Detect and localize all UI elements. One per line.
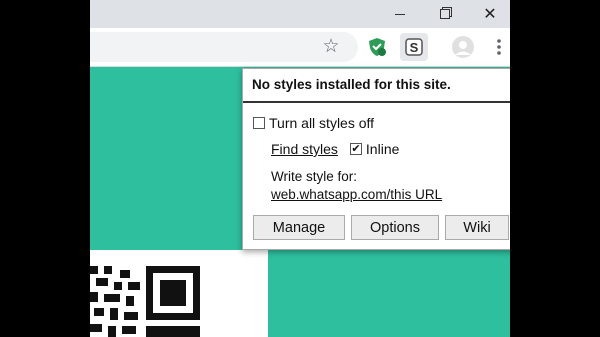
maximize-button[interactable]: [425, 0, 465, 28]
browser-menu-button[interactable]: [486, 34, 510, 60]
avatar-icon: [452, 36, 474, 58]
stylus-icon: S: [405, 38, 423, 56]
find-styles-link[interactable]: Find styles: [271, 141, 338, 157]
star-icon: ☆: [322, 35, 340, 57]
inline-checkbox[interactable]: ✔: [349, 142, 362, 155]
browser-window: ✕ ☆ S No styles installed for this site.…: [90, 0, 510, 337]
inline-label: Inline: [365, 141, 400, 157]
bookmark-star-button[interactable]: ☆: [318, 33, 344, 59]
popup-header: No styles installed for this site.: [243, 69, 510, 103]
close-window-button[interactable]: ✕: [470, 0, 510, 28]
checkmark-icon: ✔: [351, 142, 361, 155]
extension-shield-icon: [369, 38, 386, 56]
turn-off-label: Turn all styles off: [269, 115, 375, 131]
close-icon: ✕: [483, 6, 497, 23]
find-styles-row: Find styles ✔ Inline: [271, 141, 399, 157]
minimize-button[interactable]: [380, 0, 420, 28]
wiki-button[interactable]: Wiki: [445, 215, 509, 240]
write-style-url-link[interactable]: web.whatsapp.com/this URL: [271, 187, 442, 202]
turn-off-checkbox[interactable]: [253, 117, 265, 129]
turn-all-styles-off-option[interactable]: Turn all styles off: [253, 115, 374, 131]
profile-avatar-button[interactable]: [450, 34, 476, 60]
inline-option[interactable]: ✔ Inline: [349, 141, 400, 157]
extension-button[interactable]: [364, 34, 390, 60]
manage-button[interactable]: Manage: [253, 215, 345, 240]
stylus-popup: No styles installed for this site. Turn …: [242, 68, 510, 250]
write-style-label: Write style for:: [271, 169, 358, 184]
popup-title: No styles installed for this site.: [252, 77, 451, 92]
options-button[interactable]: Options: [351, 215, 439, 240]
page-side-band: [268, 250, 510, 337]
browser-toolbar: ☆ S: [90, 28, 510, 67]
qr-code: [90, 266, 200, 337]
svg-text:S: S: [410, 40, 419, 55]
minimize-icon: [395, 13, 405, 15]
more-vert-icon: [497, 39, 501, 55]
title-bar: ✕: [90, 0, 510, 28]
stylus-extension-button[interactable]: S: [400, 33, 428, 61]
restore-icon: [440, 9, 450, 19]
